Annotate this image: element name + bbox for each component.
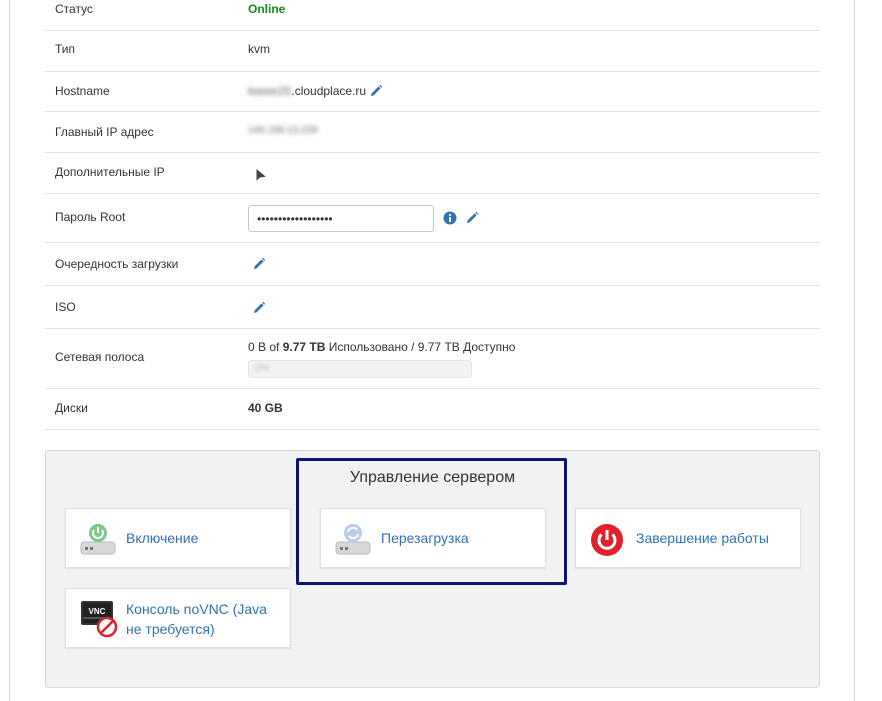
extra-ip-row: Дополнительные IP: [45, 153, 820, 194]
edit-hostname-pencil-icon[interactable]: [369, 84, 383, 101]
disks-value: 40 GB: [248, 401, 283, 415]
edit-iso-pencil-icon[interactable]: [252, 301, 266, 318]
hostname-blurred-part: kwwe25: [248, 84, 292, 98]
shutdown-power-icon: [590, 523, 624, 560]
iso-row: ISO: [45, 286, 820, 329]
status-value: Online: [248, 2, 286, 16]
hostname-label: Hostname: [55, 84, 110, 98]
mouse-cursor-icon: [255, 166, 269, 190]
power-on-button[interactable]: Включение: [65, 508, 291, 568]
type-label: Тип: [55, 42, 76, 56]
shutdown-button[interactable]: Завершение работы: [575, 508, 801, 568]
type-row: Тип kvm: [45, 31, 820, 72]
bandwidth-suffix: Использовано / 9.77 TB Доступно: [325, 340, 516, 354]
info-icon[interactable]: [443, 211, 457, 228]
root-password-label: Пароль Root: [55, 210, 126, 224]
bandwidth-label: Сетевая полоса: [55, 350, 145, 364]
bandwidth-progress-bar: 0%: [248, 360, 472, 378]
disks-row: Диски 40 GB: [45, 389, 820, 430]
reboot-disk-icon: [335, 522, 371, 559]
shutdown-label: Завершение работы: [636, 530, 769, 546]
root-password-input[interactable]: [248, 205, 434, 232]
main-ip-row: Главный IP адрес 146.158.13.229: [45, 112, 820, 153]
bandwidth-progress-text: 0%: [255, 363, 270, 374]
iso-label: ISO: [55, 300, 76, 314]
server-control-title: Управление сервером: [349, 469, 516, 486]
hostname-row: Hostname kwwe25.cloudplace.ru: [45, 72, 820, 112]
status-row: Статус Online: [45, 0, 820, 31]
extra-ip-label: Дополнительные IP: [55, 165, 165, 179]
bandwidth-total: 9.77 TB: [282, 340, 326, 354]
boot-order-label: Очередность загрузки: [55, 257, 179, 271]
bandwidth-prefix: 0 B of: [248, 340, 283, 354]
hostname-value: kwwe25.cloudplace.ru: [248, 84, 366, 98]
novnc-console-button[interactable]: VNC Консоль noVNC (Java не требуется): [65, 588, 291, 648]
disks-label: Диски: [55, 401, 88, 415]
power-on-label: Включение: [126, 530, 199, 546]
type-value: kvm: [248, 42, 270, 56]
vnc-icon-text: VNC: [89, 607, 106, 616]
status-label: Статус: [55, 2, 93, 16]
power-on-disk-icon: [80, 522, 116, 559]
boot-order-row: Очередность загрузки: [45, 243, 820, 286]
novnc-console-label: Консоль noVNC (Java не требуется): [126, 601, 267, 637]
server-control-panel: Управление сервером Включение Перезагруз…: [45, 450, 820, 688]
vnc-console-icon: VNC: [80, 600, 118, 641]
main-ip-label: Главный IP адрес: [55, 125, 154, 139]
hostname-domain: .cloudplace.ru: [291, 84, 367, 98]
edit-boot-order-pencil-icon[interactable]: [252, 257, 266, 274]
bandwidth-text: 0 B of 9.77 TB Использовано / 9.77 TB До…: [248, 340, 515, 354]
bandwidth-row: Сетевая полоса 0 B of 9.77 TB Использова…: [45, 329, 820, 389]
edit-password-pencil-icon[interactable]: [465, 211, 479, 228]
main-ip-value: 146.158.13.229: [248, 125, 318, 136]
root-password-row: Пароль Root: [45, 194, 820, 243]
reboot-label: Перезагрузка: [381, 530, 469, 546]
reboot-button[interactable]: Перезагрузка: [320, 508, 546, 568]
